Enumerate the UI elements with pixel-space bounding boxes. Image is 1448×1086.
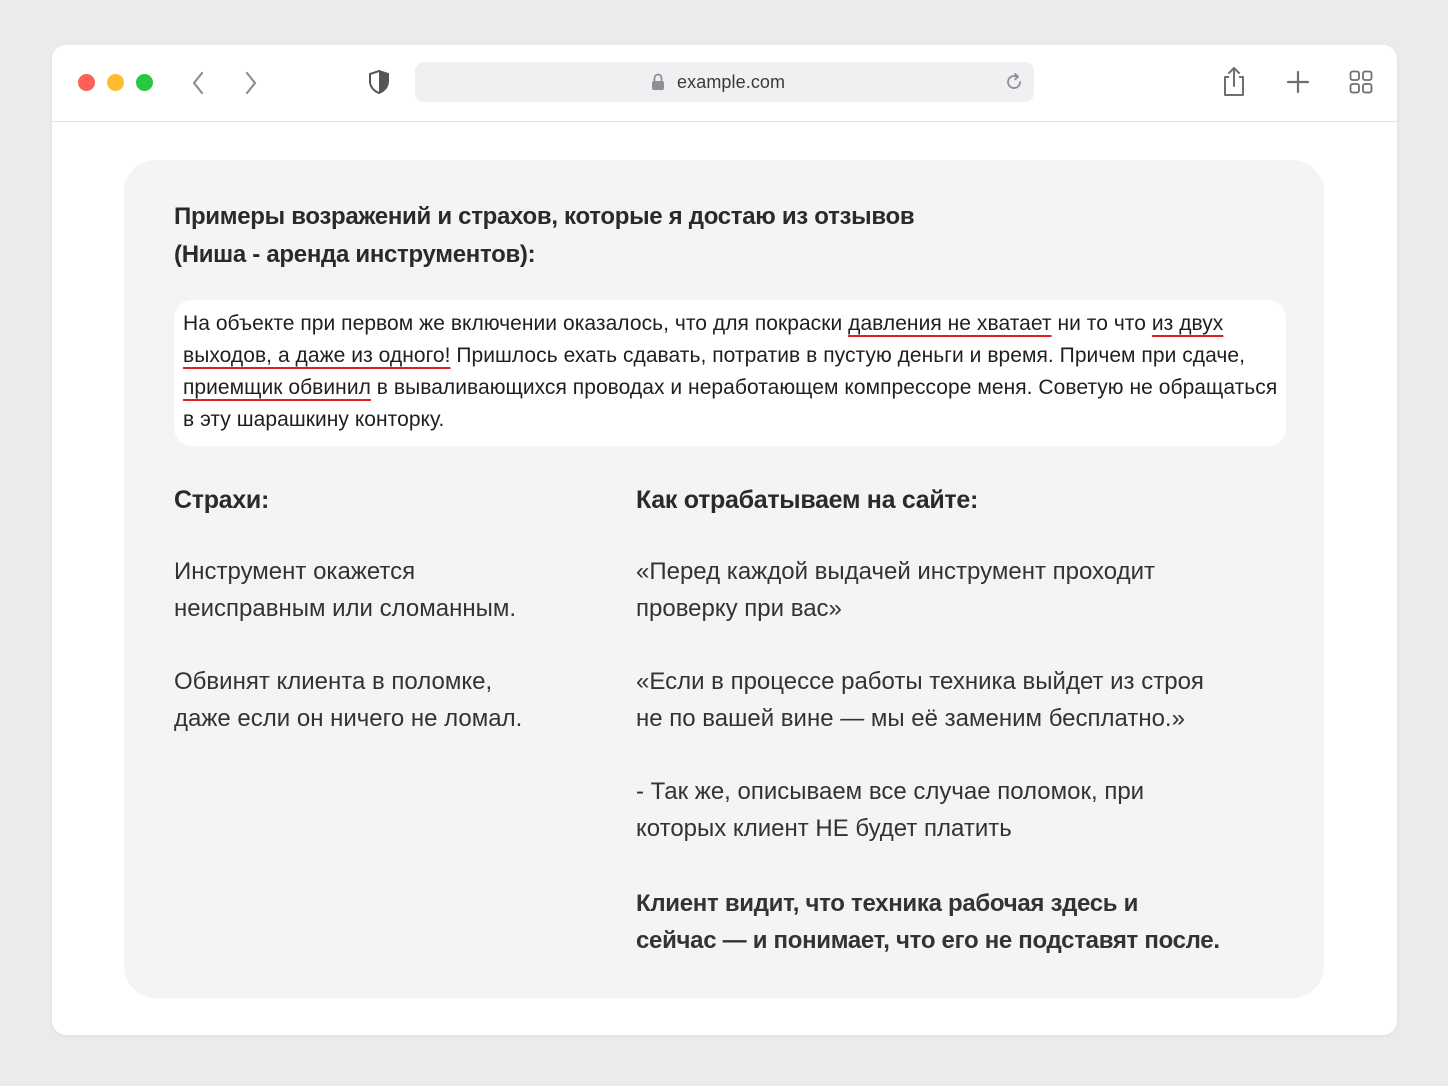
close-window-button[interactable] [78, 74, 95, 91]
handling-title: Как отрабатываем на сайте: [636, 486, 978, 514]
review-text-part: На объекте при первом же включении оказа… [183, 312, 849, 335]
fear-line: даже если он ничего не ломал. [174, 705, 523, 732]
handling-line: не по вашей вине — мы её заменим бесплат… [636, 705, 1185, 732]
reload-icon[interactable] [1004, 72, 1024, 97]
share-icon[interactable] [1220, 64, 1248, 98]
browser-toolbar: example.com [52, 45, 1397, 122]
url-text: example.com [677, 72, 786, 92]
review-text: На объекте при первом же включении оказа… [183, 308, 1293, 436]
fear-line: Обвинят клиента в поломке, [174, 668, 493, 695]
review-text-part: ни то что [1051, 312, 1152, 335]
shield-icon[interactable] [368, 69, 390, 95]
review-text-part: Пришлось ехать сдавать, потратив в пусту… [450, 344, 1245, 367]
review-quote: На объекте при первом же включении оказа… [174, 300, 1286, 446]
plus-icon[interactable] [1285, 69, 1311, 95]
handling-conclusion: Клиент видит, что техника рабочая здесь … [636, 885, 1220, 959]
fear-item: Обвинят клиента в поломке, даже если он … [174, 663, 522, 737]
handling-item: «Перед каждой выдачей инструмент проходи… [636, 553, 1155, 627]
fear-item: Инструмент окажется неисправным или слом… [174, 553, 516, 627]
highlighted-objection: давления не хватает [848, 312, 1052, 335]
card-heading: Примеры возражений и страхов, которые я … [174, 198, 1034, 274]
handling-item: «Если в процессе работы техника выйдет и… [636, 663, 1204, 737]
zoom-window-button[interactable] [136, 74, 153, 91]
fears-title: Страхи: [174, 486, 269, 514]
handling-line: «Если в процессе работы техника выйдет и… [636, 668, 1204, 695]
content-card: Примеры возражений и страхов, которые я … [124, 160, 1324, 998]
handling-item: - Так же, описываем все случае поломок, … [636, 773, 1144, 847]
minimize-window-button[interactable] [107, 74, 124, 91]
handling-line: которых клиент НЕ будет платить [636, 815, 1012, 842]
browser-window: example.com Примеры возражений и страхов… [52, 45, 1397, 1035]
fear-line: Инструмент окажется [174, 558, 416, 585]
highlighted-objection: приемщик обвинил [183, 376, 371, 399]
handling-line: «Перед каждой выдачей инструмент проходи… [636, 558, 1155, 585]
heading-line: (Ниша - аренда инструментов): [174, 241, 536, 268]
address-bar[interactable]: example.com [415, 62, 1034, 102]
conclusion-line: сейчас — и понимает, что его не подставя… [636, 927, 1220, 954]
conclusion-line: Клиент видит, что техника рабочая здесь … [636, 890, 1139, 917]
lock-icon [651, 73, 665, 96]
tab-grid-icon[interactable] [1348, 69, 1374, 95]
handling-line: проверку при вас» [636, 595, 842, 622]
handling-line: - Так же, описываем все случае поломок, … [636, 778, 1145, 805]
chevron-left-icon[interactable] [188, 70, 208, 96]
heading-line: Примеры возражений и страхов, которые я … [174, 203, 915, 230]
fear-line: неисправным или сломанным. [174, 595, 516, 622]
chevron-right-icon[interactable] [241, 70, 261, 96]
